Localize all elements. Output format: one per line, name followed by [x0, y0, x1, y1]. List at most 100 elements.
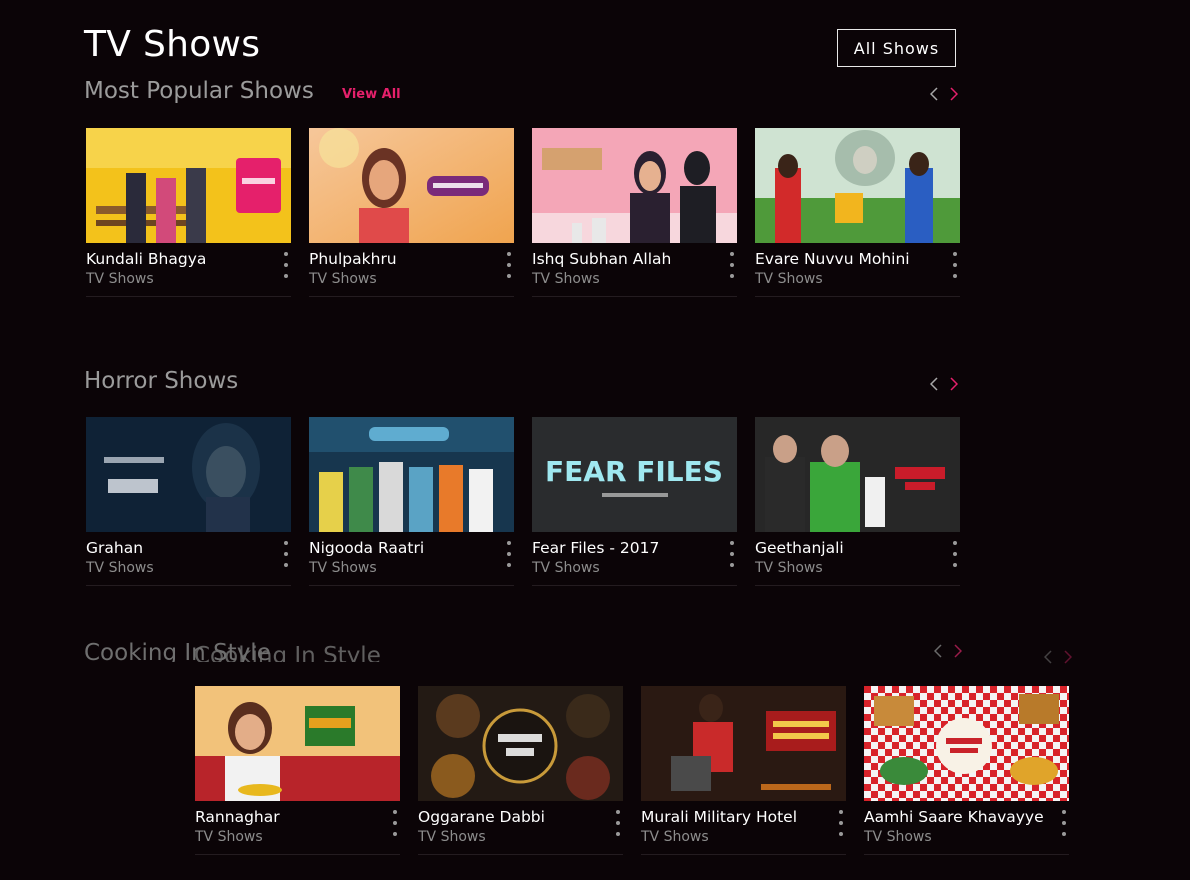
page-title: TV Shows: [84, 24, 261, 65]
show-thumbnail[interactable]: [755, 417, 960, 532]
show-card[interactable]: FEAR FILES Fear Files - 2017 TV Shows: [532, 417, 737, 586]
show-poster-icon: [418, 686, 623, 801]
show-thumbnail[interactable]: [755, 128, 960, 243]
more-options-icon[interactable]: [614, 810, 622, 836]
divider: [195, 854, 400, 855]
section-most-popular: Most Popular Shows View All: [84, 78, 960, 118]
show-poster-icon: [195, 686, 400, 801]
section-horror: Horror Shows: [84, 368, 960, 408]
show-thumbnail[interactable]: [86, 128, 291, 243]
show-poster-icon: [309, 128, 514, 243]
more-options-icon[interactable]: [1060, 810, 1068, 836]
show-category: TV Shows: [309, 560, 377, 576]
divider: [86, 296, 291, 297]
show-poster-icon: [309, 417, 514, 532]
show-card[interactable]: Oggarane Dabbi TV Shows: [418, 686, 623, 855]
divider: [755, 296, 960, 297]
divider: [755, 585, 960, 586]
show-poster-icon: [864, 686, 1069, 801]
show-thumbnail[interactable]: [309, 417, 514, 532]
show-category: TV Shows: [755, 560, 823, 576]
show-title[interactable]: Phulpakhru: [309, 250, 489, 268]
show-poster-icon: [755, 128, 960, 243]
more-options-icon[interactable]: [391, 810, 399, 836]
view-all-link[interactable]: View All: [342, 87, 401, 102]
show-title[interactable]: Geethanjali: [755, 539, 935, 557]
prev-arrow-button[interactable]: [928, 84, 940, 104]
next-arrow-button[interactable]: [1062, 650, 1074, 664]
show-thumbnail[interactable]: [418, 686, 623, 801]
chevron-left-icon: [930, 87, 938, 101]
section-title: Horror Shows: [84, 368, 239, 394]
show-card[interactable]: Murali Military Hotel TV Shows: [641, 686, 846, 855]
chevron-left-icon: [1044, 650, 1052, 664]
show-category: TV Shows: [195, 829, 263, 845]
show-category: TV Shows: [418, 829, 486, 845]
show-card[interactable]: Geethanjali TV Shows: [755, 417, 960, 586]
more-options-icon[interactable]: [282, 252, 290, 278]
show-card[interactable]: Ishq Subhan Allah TV Shows: [532, 128, 737, 297]
more-options-icon[interactable]: [728, 541, 736, 567]
show-thumbnail[interactable]: [864, 686, 1069, 801]
show-card[interactable]: Evare Nuvvu Mohini TV Shows: [755, 128, 960, 297]
divider: [532, 585, 737, 586]
divider: [864, 854, 1069, 855]
chevron-right-icon: [950, 87, 958, 101]
show-title[interactable]: Ishq Subhan Allah: [532, 250, 712, 268]
show-card[interactable]: Grahan TV Shows: [86, 417, 291, 586]
show-title[interactable]: Rannaghar: [195, 808, 375, 826]
divider: [641, 854, 846, 855]
more-options-icon[interactable]: [505, 541, 513, 567]
show-poster-icon: FEAR FILES: [532, 417, 737, 532]
more-options-icon[interactable]: [728, 252, 736, 278]
section-cooking-arrows: [932, 644, 964, 658]
show-category: TV Shows: [532, 271, 600, 287]
show-thumbnail[interactable]: [641, 686, 846, 801]
more-options-icon[interactable]: [282, 541, 290, 567]
more-options-icon[interactable]: [505, 252, 513, 278]
show-card[interactable]: Rannaghar TV Shows: [195, 686, 400, 855]
show-title[interactable]: Evare Nuvvu Mohini: [755, 250, 935, 268]
show-poster-icon: [86, 128, 291, 243]
show-title[interactable]: Nigooda Raatri: [309, 539, 489, 557]
show-card[interactable]: Aamhi Saare Khavayye TV Shows: [864, 686, 1069, 855]
poster-logo-text: FEAR FILES: [545, 455, 723, 488]
show-title[interactable]: Fear Files - 2017: [532, 539, 712, 557]
divider: [309, 585, 514, 586]
more-options-icon[interactable]: [837, 810, 845, 836]
section-title: Most Popular Shows: [84, 78, 314, 104]
more-options-icon[interactable]: [951, 541, 959, 567]
next-arrow-button[interactable]: [948, 374, 960, 394]
show-category: TV Shows: [641, 829, 709, 845]
show-poster-icon: [86, 417, 291, 532]
show-thumbnail[interactable]: [309, 128, 514, 243]
show-thumbnail[interactable]: [195, 686, 400, 801]
next-arrow-button[interactable]: [952, 644, 964, 658]
next-arrow-button[interactable]: [948, 84, 960, 104]
chevron-right-icon: [1064, 650, 1072, 664]
show-card[interactable]: Phulpakhru TV Shows: [309, 128, 514, 297]
divider: [86, 585, 291, 586]
show-thumbnail[interactable]: [86, 417, 291, 532]
prev-arrow-button[interactable]: [928, 374, 940, 394]
show-title[interactable]: Kundali Bhagya: [86, 250, 266, 268]
show-category: TV Shows: [864, 829, 932, 845]
show-category: TV Shows: [86, 560, 154, 576]
all-shows-button[interactable]: All Shows: [837, 29, 956, 67]
show-title[interactable]: Grahan: [86, 539, 266, 557]
show-card[interactable]: Kundali Bhagya TV Shows: [86, 128, 291, 297]
show-thumbnail[interactable]: [532, 128, 737, 243]
show-title[interactable]: Oggarane Dabbi: [418, 808, 598, 826]
show-card[interactable]: Nigooda Raatri TV Shows: [309, 417, 514, 586]
prev-arrow-button[interactable]: [932, 644, 944, 658]
more-options-icon[interactable]: [951, 252, 959, 278]
divider: [418, 854, 623, 855]
show-thumbnail[interactable]: FEAR FILES: [532, 417, 737, 532]
show-row-cooking: Rannaghar TV Shows Oggarane Dabbi TV Sho…: [195, 686, 1069, 855]
divider: [532, 296, 737, 297]
show-title[interactable]: Murali Military Hotel: [641, 808, 821, 826]
prev-arrow-button[interactable]: [1042, 650, 1054, 664]
chevron-left-icon: [930, 377, 938, 391]
show-category: TV Shows: [309, 271, 377, 287]
show-title[interactable]: Aamhi Saare Khavayye: [864, 808, 1044, 826]
